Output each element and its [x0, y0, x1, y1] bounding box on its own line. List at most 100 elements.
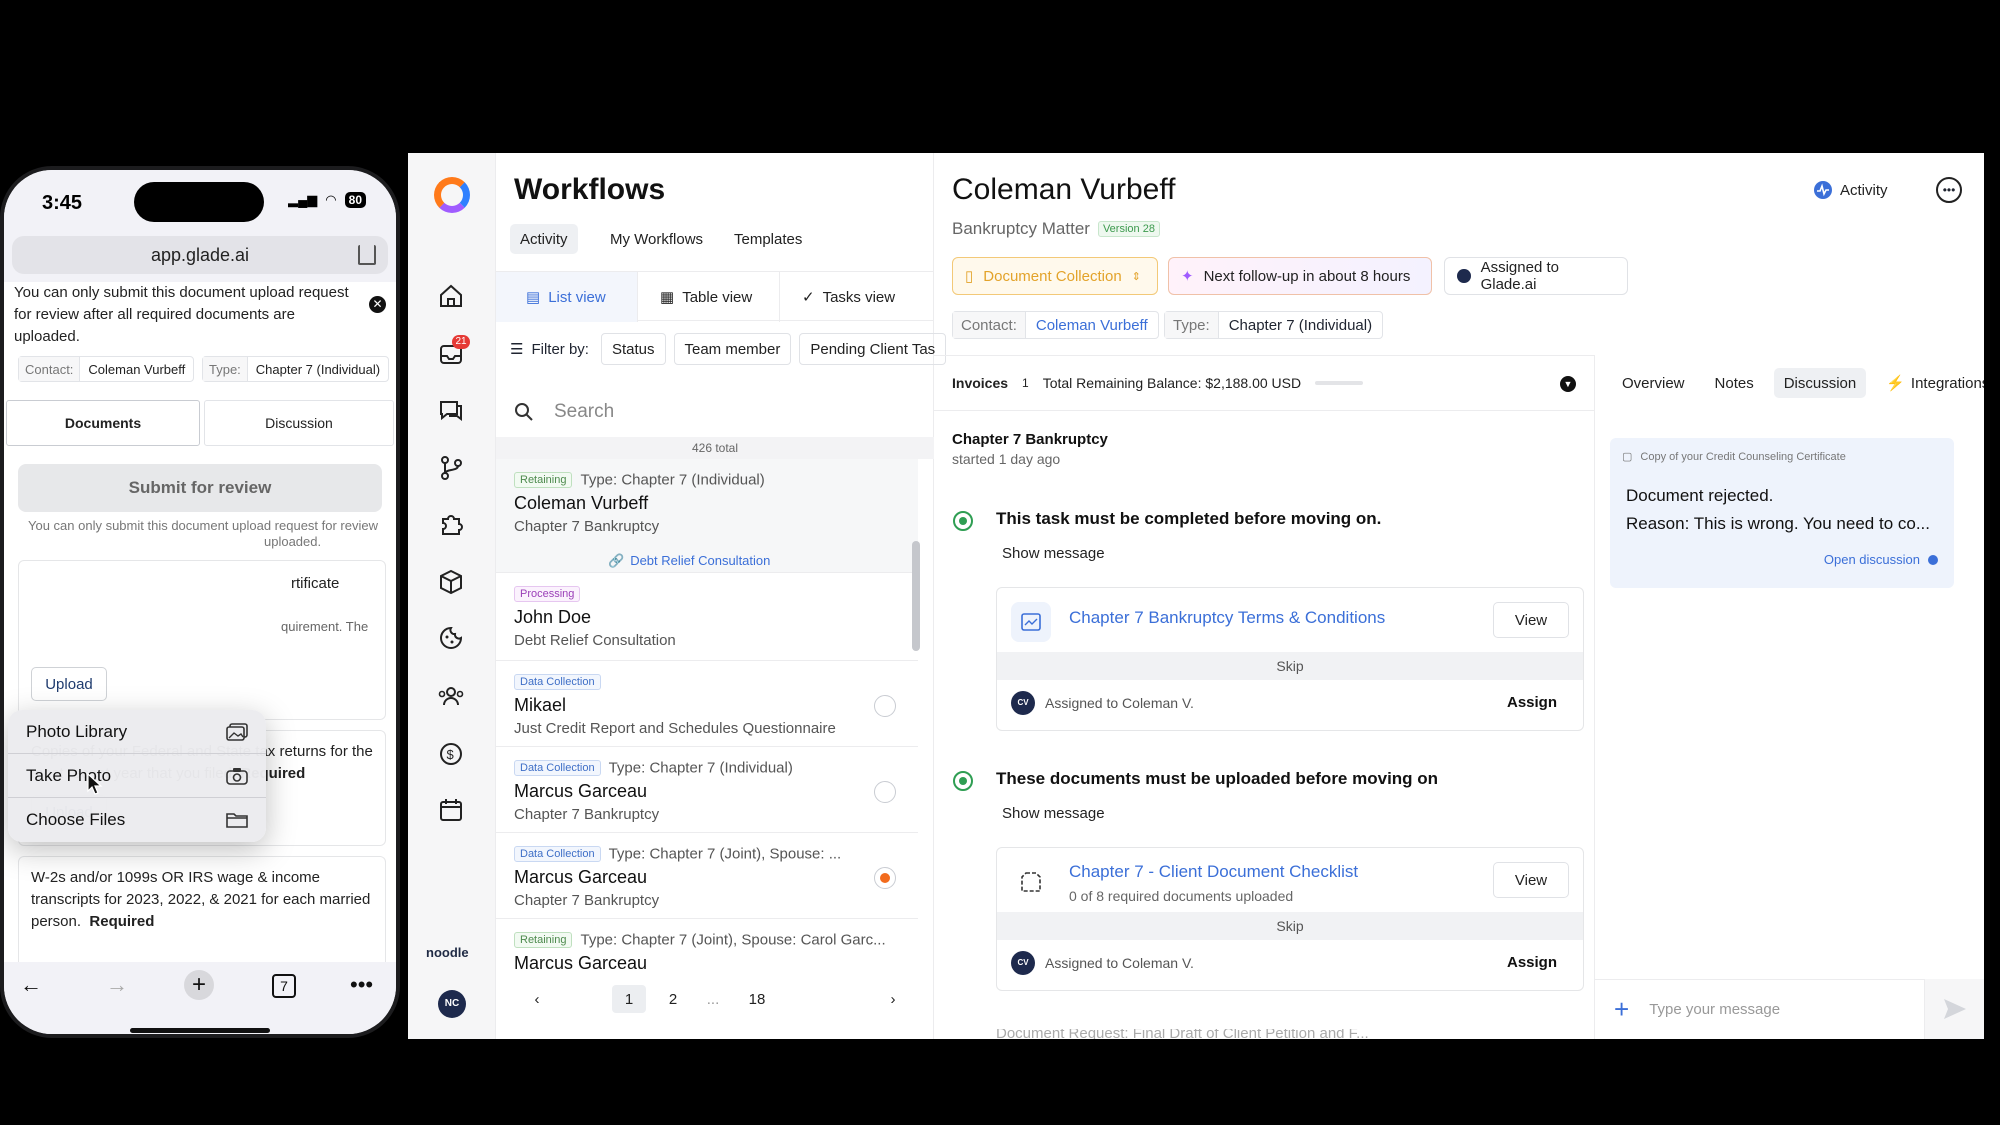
close-icon[interactable]: ✕ — [369, 296, 386, 313]
contact-value[interactable]: Coleman Vurbeff — [80, 362, 193, 377]
tab-templates[interactable]: Templates — [724, 224, 812, 254]
list-item[interactable]: Retaining Type: Chapter 7 (Joint), Spouse… — [496, 919, 918, 973]
user-avatar[interactable]: NC — [438, 990, 466, 1018]
filter-pending-client-tasks[interactable]: Pending Client Tas — [799, 333, 947, 365]
menu-item-take-photo[interactable]: Take Photo — [8, 754, 266, 798]
tab-activity[interactable]: Activity — [510, 224, 578, 254]
filter-team-member[interactable]: Team member — [673, 333, 792, 365]
menu-item-photo-library[interactable]: Photo Library — [8, 710, 266, 754]
task-link[interactable]: Chapter 7 Bankruptcy Terms & Conditions — [1069, 608, 1385, 628]
url-bar[interactable]: app.glade.ai — [12, 236, 388, 274]
skip-button[interactable]: Skip — [997, 912, 1583, 940]
tab-my-workflows[interactable]: My Workflows — [600, 224, 713, 254]
integrations-icon[interactable] — [436, 509, 466, 539]
calendar-icon[interactable] — [436, 795, 466, 825]
page-2[interactable]: 2 — [656, 985, 690, 1013]
select-radio[interactable] — [874, 867, 896, 889]
page-1[interactable]: 1 — [612, 985, 646, 1013]
tab-tasks-view[interactable]: ✓ Tasks view — [780, 272, 934, 322]
billing-icon[interactable]: $ — [436, 739, 466, 769]
package-icon[interactable] — [436, 567, 466, 597]
assign-button[interactable]: Assign — [1495, 686, 1569, 718]
divider — [1594, 355, 1595, 1039]
matter-title: Coleman Vurbeff — [952, 173, 1176, 206]
prev-page-icon[interactable]: ‹ — [520, 985, 554, 1013]
menu-item-choose-files[interactable]: Choose Files — [8, 798, 266, 842]
message-input[interactable]: Type your message — [1649, 1001, 1780, 1018]
glade-app-window: 21 $ noodle NC Workflows Activity My Wor… — [408, 153, 1984, 1039]
send-button[interactable] — [1924, 979, 1984, 1039]
phone-frame: 3:45 ▂▄▆ ◠ 80 app.glade.ai You can only … — [0, 166, 400, 1038]
invoices-bar[interactable]: Invoices 1 Total Remaining Balance: $2,1… — [934, 355, 1594, 411]
tab-discussion[interactable]: Discussion — [204, 400, 394, 446]
page-18[interactable]: 18 — [740, 985, 774, 1013]
skip-button[interactable]: Skip — [997, 652, 1583, 680]
forward-icon[interactable]: → — [106, 972, 128, 998]
more-options-icon[interactable]: ••• — [1936, 177, 1962, 203]
tab-documents[interactable]: Documents — [6, 400, 200, 446]
tab-discussion[interactable]: Discussion — [1773, 368, 1867, 398]
tab-overview[interactable]: Overview — [1612, 368, 1695, 398]
view-button[interactable]: View — [1493, 602, 1569, 638]
add-icon[interactable]: + — [1614, 994, 1629, 1025]
upload-button[interactable]: Upload — [31, 667, 107, 701]
list-item[interactable]: Data Collection Mikael Just Credit Repor… — [496, 661, 918, 747]
new-tab-icon[interactable]: + — [184, 970, 214, 1000]
select-radio[interactable] — [874, 695, 896, 717]
search-input[interactable]: Search — [554, 401, 614, 423]
dynamic-island — [134, 182, 264, 222]
tab-list-view[interactable]: ▤ List view — [496, 272, 638, 322]
view-button[interactable]: View — [1493, 862, 1569, 898]
document-card: rtificate quirement. The Upload — [18, 560, 386, 720]
team-icon[interactable] — [436, 681, 466, 711]
list-scrollbar[interactable] — [912, 541, 920, 651]
assignee-label: Assigned to Glade.ai — [1480, 259, 1559, 293]
tab-table-view[interactable]: ▦ Table view — [638, 272, 780, 322]
discussion-message[interactable]: ▢ Copy of your Credit Counseling Certific… — [1610, 438, 1954, 588]
glade-logo[interactable] — [434, 177, 470, 213]
related-workflow-link[interactable]: 🔗 Debt Relief Consultation — [608, 553, 770, 569]
camera-icon — [226, 767, 248, 785]
cookie-icon[interactable] — [436, 623, 466, 653]
tab-notes[interactable]: Notes — [1705, 368, 1764, 398]
tabs-icon[interactable]: 7 — [272, 974, 296, 998]
assignee-chip[interactable]: Assigned to Glade.ai — [1444, 257, 1628, 295]
sparkle-icon: ✦ — [1181, 268, 1194, 285]
list-item[interactable]: Retaining Type: Chapter 7 (Individual) Co… — [496, 459, 918, 573]
card-title-partial: rtificate — [291, 575, 340, 592]
next-page-icon[interactable]: › — [876, 985, 910, 1013]
tab-integrations[interactable]: ⚡ Integrations — [1876, 368, 1984, 398]
list-item[interactable]: Processing John Doe Debt Relief Consulta… — [496, 573, 918, 661]
stage-dropdown[interactable]: ▯ Document Collection ⇕ — [952, 257, 1158, 295]
stage-label: Document Collection — [983, 267, 1122, 285]
list-item[interactable]: Data Collection Type: Chapter 7 (Individu… — [496, 747, 918, 833]
show-message-button[interactable]: Show message — [996, 543, 1111, 564]
task-link[interactable]: Chapter 7 - Client Document Checklist — [1069, 862, 1358, 882]
chat-icon[interactable] — [436, 395, 466, 425]
assign-button[interactable]: Assign — [1495, 946, 1569, 978]
check-icon: ✓ — [802, 289, 815, 306]
chevron-down-icon[interactable]: ▼ — [1560, 376, 1576, 392]
task-assignee: CV Assigned to Coleman V. — [1011, 691, 1194, 715]
contact-label: Contact: — [953, 312, 1026, 338]
submit-for-review-button[interactable]: Submit for review — [18, 464, 382, 512]
show-message-button[interactable]: Show message — [996, 803, 1111, 824]
followup-chip[interactable]: ✦ Next follow-up in about 8 hours — [1168, 257, 1432, 295]
checklist-icon — [1011, 862, 1051, 902]
search-bar[interactable]: Search — [496, 385, 934, 439]
more-icon[interactable]: ••• — [350, 972, 373, 998]
workflows-icon[interactable] — [436, 453, 466, 483]
list-item[interactable]: Data Collection Type: Chapter 7 (Joint), … — [496, 833, 918, 919]
activity-button[interactable]: Activity — [1808, 175, 1900, 205]
filter-status[interactable]: Status — [600, 333, 666, 365]
view-switcher: ▤ List view ▦ Table view ✓ Tasks view — [496, 271, 934, 322]
open-discussion-link[interactable]: Open discussion — [1824, 552, 1938, 567]
share-icon[interactable] — [358, 245, 376, 265]
back-icon[interactable]: ← — [20, 972, 42, 998]
matter-detail-panel: Coleman Vurbeff Bankruptcy Matter Versio… — [934, 153, 1984, 1039]
contact-link[interactable]: Coleman Vurbeff — [1026, 317, 1158, 334]
followup-label: Next follow-up in about 8 hours — [1203, 267, 1411, 285]
filter-label: Filter by: — [531, 340, 589, 358]
select-radio[interactable] — [874, 781, 896, 803]
home-icon[interactable] — [436, 281, 466, 311]
